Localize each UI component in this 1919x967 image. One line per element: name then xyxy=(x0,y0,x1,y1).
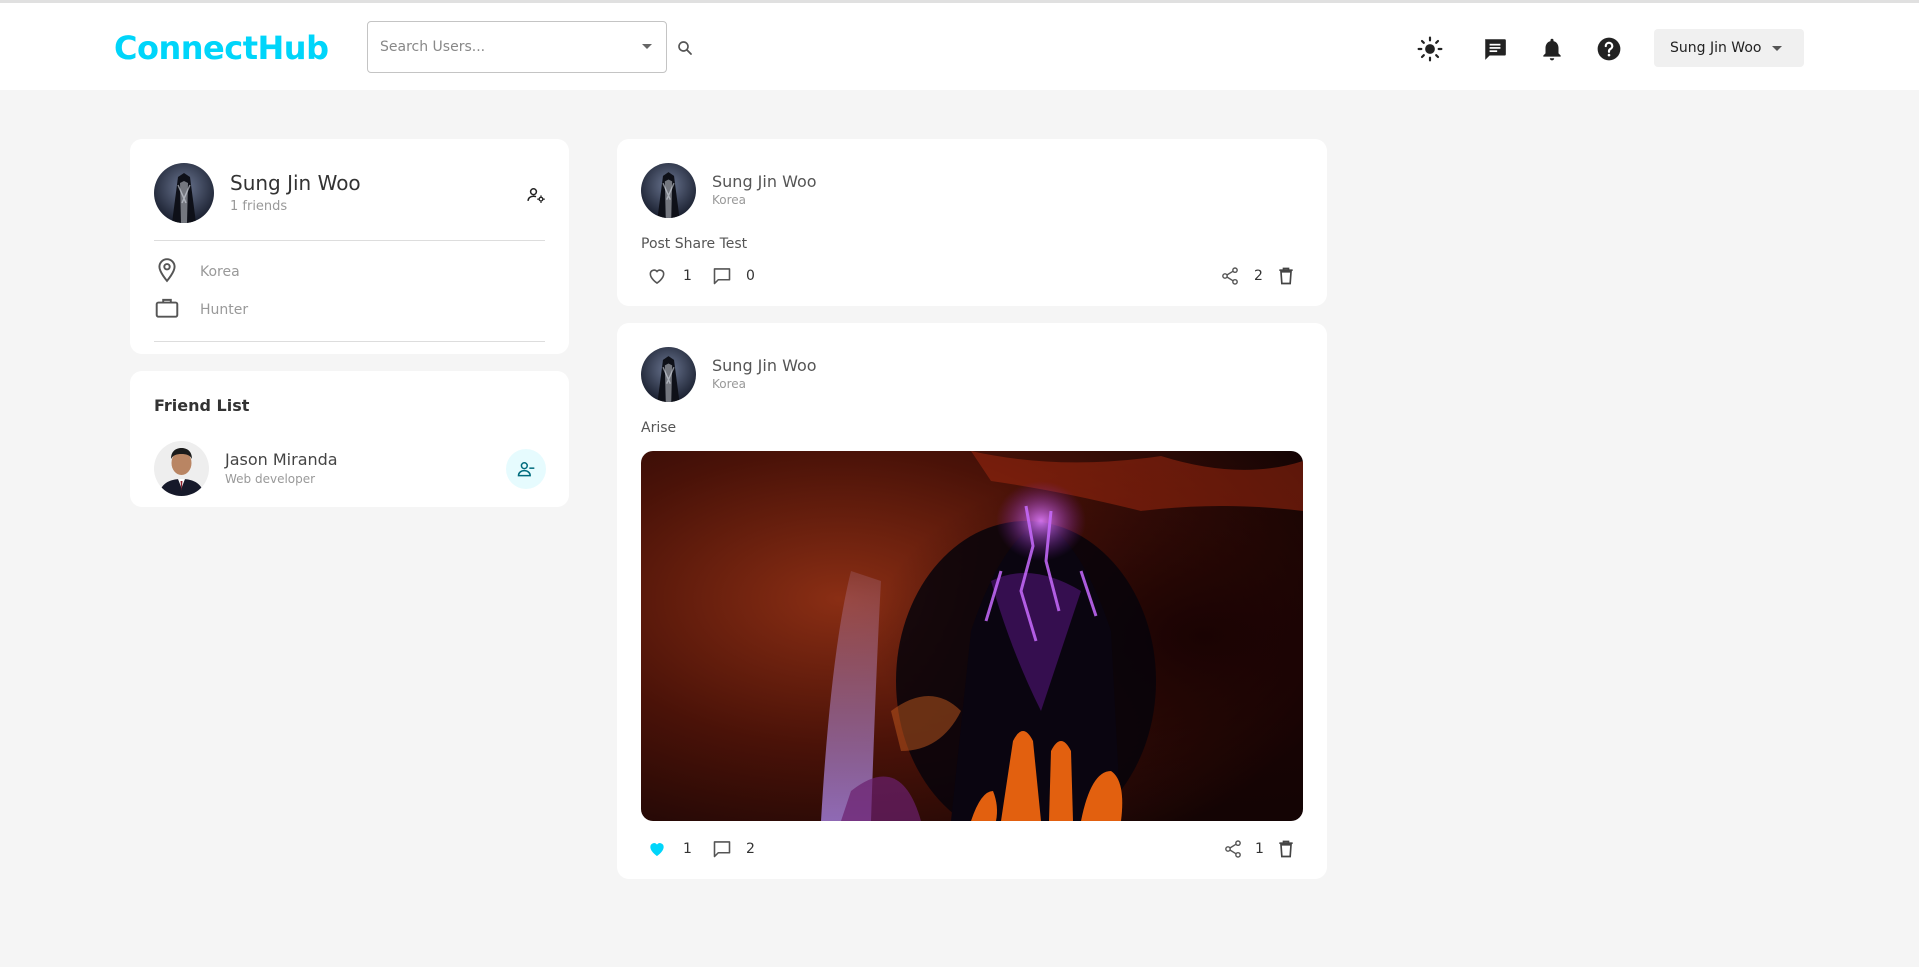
share-count: 2 xyxy=(1254,268,1263,284)
share-count: 1 xyxy=(1255,841,1264,857)
like-count: 1 xyxy=(683,841,692,857)
profile-friends-count: 1 friends xyxy=(230,199,288,214)
comment-count: 2 xyxy=(746,841,755,857)
delete-icon[interactable] xyxy=(1276,266,1296,286)
comment-count: 0 xyxy=(746,268,755,284)
app-logo[interactable]: ConnectHub xyxy=(114,29,329,67)
comment-icon[interactable] xyxy=(712,266,732,286)
search-input[interactable] xyxy=(380,22,630,72)
message-icon[interactable] xyxy=(1482,36,1508,62)
chevron-down-icon[interactable] xyxy=(642,44,652,49)
post-author[interactable]: Sung Jin Woo xyxy=(712,356,817,375)
chevron-down-icon xyxy=(1772,46,1782,51)
post-text: Arise xyxy=(641,420,677,436)
share-icon[interactable] xyxy=(1220,266,1240,286)
avatar[interactable] xyxy=(154,441,209,496)
friend-list-title: Friend List xyxy=(154,396,250,415)
delete-icon[interactable] xyxy=(1276,839,1296,859)
briefcase-icon xyxy=(155,298,179,318)
heart-filled-icon[interactable] xyxy=(647,839,667,859)
avatar[interactable] xyxy=(641,347,696,402)
user-search-field[interactable] xyxy=(367,21,667,73)
search-icon[interactable] xyxy=(676,39,694,57)
like-count: 1 xyxy=(683,268,692,284)
person-remove-icon xyxy=(517,462,535,477)
post-card: Sung Jin Woo Korea Arise 1 2 1 xyxy=(617,323,1327,879)
top-navbar: ConnectHub Sung Jin Woo xyxy=(0,3,1919,90)
help-icon[interactable] xyxy=(1596,36,1622,62)
post-location: Korea xyxy=(712,193,747,207)
post-text: Post Share Test xyxy=(641,236,748,252)
avatar[interactable] xyxy=(154,163,214,223)
share-icon[interactable] xyxy=(1223,839,1243,859)
post-card: Sung Jin Woo Korea Post Share Test 1 0 2 xyxy=(617,139,1327,306)
sun-icon[interactable] xyxy=(1417,36,1443,62)
post-image[interactable] xyxy=(641,451,1303,821)
profile-card: Sung Jin Woo 1 friends Korea Hunter xyxy=(130,139,569,354)
post-location: Korea xyxy=(712,377,747,391)
divider xyxy=(154,240,545,241)
remove-friend-button[interactable] xyxy=(506,449,546,489)
post-author[interactable]: Sung Jin Woo xyxy=(712,172,817,191)
avatar[interactable] xyxy=(641,163,696,218)
location-pin-icon xyxy=(158,258,176,283)
profile-location: Korea xyxy=(200,264,240,280)
profile-name[interactable]: Sung Jin Woo xyxy=(230,171,361,195)
user-menu-dropdown[interactable]: Sung Jin Woo xyxy=(1654,29,1804,67)
manage-account-icon[interactable] xyxy=(526,185,546,205)
friend-subtitle: Web developer xyxy=(225,472,316,486)
friend-name[interactable]: Jason Miranda xyxy=(225,450,338,469)
bell-icon[interactable] xyxy=(1539,36,1565,62)
profile-occupation: Hunter xyxy=(200,302,249,318)
divider xyxy=(154,341,545,342)
user-menu-label: Sung Jin Woo xyxy=(1670,40,1762,56)
heart-outline-icon[interactable] xyxy=(647,266,667,286)
friend-list-card: Friend List Jason Miranda Web developer xyxy=(130,371,569,507)
comment-icon[interactable] xyxy=(712,839,732,859)
